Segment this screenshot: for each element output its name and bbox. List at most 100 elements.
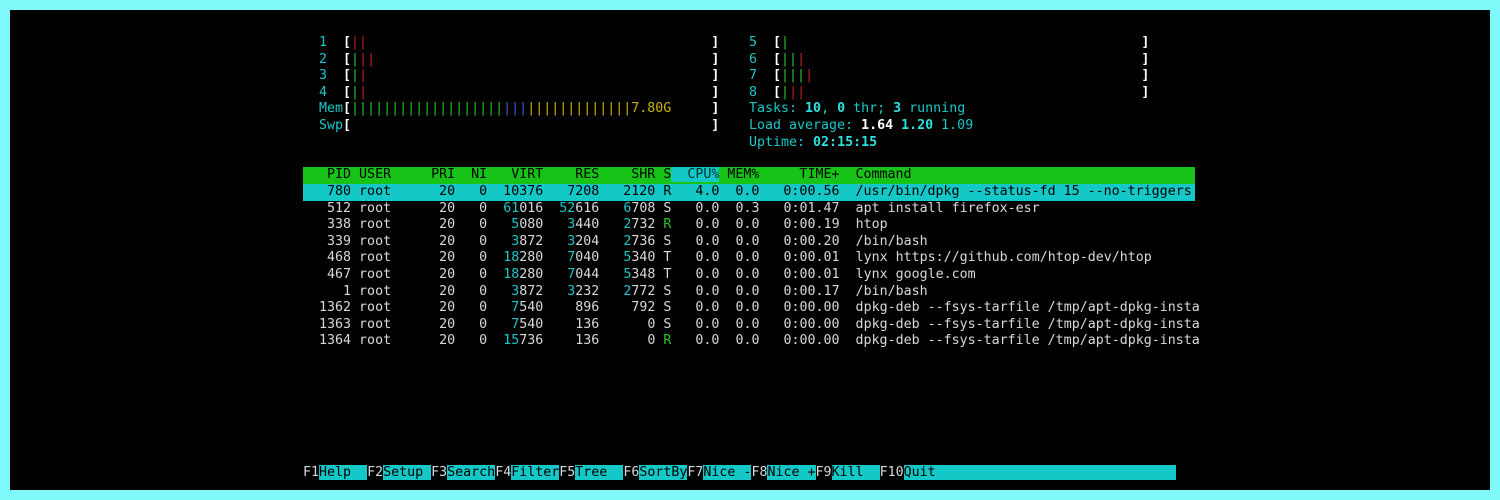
fkey-label: Help [319,465,368,480]
cell-shr: 708 [631,200,656,216]
process-row[interactable]: 1362 root 20 0 7540 896 792 S 0.0 0.0 0:… [303,300,1200,317]
cell-pri: 20 [431,267,456,282]
cell-shr: 732 [631,217,656,233]
meter-bracket-open: [ [343,118,352,133]
cell-pid: 1363 [303,316,352,332]
cell-pid: 339 [303,233,352,249]
cell-cpu: 0.0 [671,250,720,266]
cell-shr: 340 [631,250,656,266]
meter-bracket-close: ] [1141,35,1150,50]
column-header-user[interactable]: USER [351,167,431,182]
meter-bracket-close: ] [711,101,720,117]
fkey-f5[interactable]: F5Tree [559,465,624,480]
cell-cmd: lynx google.com [839,267,976,282]
cell-mem: 0.0 [719,250,760,266]
uptime-label: Uptime: [749,134,814,150]
cell-cmd: /bin/bash [839,233,928,249]
column-header-res[interactable]: RES [543,167,599,182]
cpu-meter-4: 4 [|| ] [319,85,719,102]
process-row[interactable]: 468 root 20 0 18280 7040 5340 T 0.0 0.0 … [303,250,1152,267]
process-row[interactable]: 512 root 20 0 61016 52616 6708 S 0.0 0.3… [303,201,1040,218]
meter-bar-segment: ||| [781,68,806,84]
cell-cmd: /bin/bash [839,283,928,299]
cell-cpu: 4.0 [671,184,720,199]
meter-bracket-close: ] [1141,84,1150,100]
meter-bracket-close: ] [1141,51,1150,67]
cpu-meter-5: 5 [| ] [749,35,1149,52]
cell-cmd: dpkg-deb --fsys-tarfile /tmp/apt-dpkg-in… [839,316,1200,332]
process-row[interactable]: 1363 root 20 0 7540 136 0 S 0.0 0.0 0:00… [303,317,1200,334]
cpu-meter-label: 8 [749,84,758,100]
cell-shr: 792 [631,300,656,316]
fkey-f7[interactable]: F7Nice - [687,465,752,480]
cell-cmd: /usr/bin/dpkg --status-fd 15 --no-trigge… [839,184,1192,199]
cell-user: root [351,184,432,199]
process-row[interactable]: 467 root 20 0 18280 7044 5348 T 0.0 0.0 … [303,267,976,284]
column-header-pri[interactable]: PRI [431,167,455,182]
meter-bracket-close: ] [711,68,720,84]
fkey-label: Nice - [703,465,752,480]
fkey-label: Search [447,465,496,480]
process-row[interactable]: 1 root 20 0 3872 3232 2772 S 0.0 0.0 0:0… [303,284,928,301]
cell-virt: 736 [519,333,544,349]
cell-shr: 348 [631,267,656,282]
process-row[interactable]: 339 root 20 0 3872 3204 2736 S 0.0 0.0 0… [303,234,928,251]
column-header-pid[interactable]: PID [303,167,351,182]
meter-bar-segment: | [805,68,814,84]
column-header-ni[interactable]: NI [455,167,487,182]
fkey-f9[interactable]: F9Kill [816,465,880,480]
meter-bar-segment: | [351,68,360,84]
process-row[interactable]: 338 root 20 0 5080 3440 2732 R 0.0 0.0 0… [303,217,888,234]
memory-used-bars: ||||||||||||||||||| [351,101,504,117]
fkey-label: Tree [575,465,624,480]
cell-time: 0:00.00 [759,316,840,332]
threads-count: 0 [837,101,846,117]
cell-ni: 0 [455,250,488,266]
fkey-label: Nice + [767,465,816,480]
cell-virt: 10376 [487,184,544,199]
cell-ni: 0 [455,217,488,233]
column-header-mem[interactable]: MEM% [719,167,759,182]
cell-mem: 0.0 [719,184,760,199]
meter-bracket-open: [ [343,35,352,50]
column-header-s[interactable]: S [655,167,671,182]
fkey-f10[interactable]: F10Quit [880,465,1176,480]
process-row-selected[interactable]: 780 root 20 0 10376 7208 2120 R 4.0 0.0 … [303,184,1192,201]
cpu-meter-7: 7 [|||| ] [749,68,1149,85]
fkey-label: Quit [903,465,1176,480]
meter-bar-segment: | [351,51,360,67]
cell-mem: 0.0 [719,333,760,349]
process-row[interactable]: 1364 root 20 0 15736 136 0 R 0.0 0.0 0:0… [303,333,1200,350]
fkey-f2[interactable]: F2Setup [367,465,432,480]
fkey-f3[interactable]: F3Search [431,465,496,480]
cell-virt: 280 [519,250,544,266]
fkey-f8[interactable]: F8Nice + [751,465,816,480]
tasks-summary: Tasks: 10, 0 thr; 3 running [749,101,965,118]
column-header-virt[interactable]: VIRT [487,167,543,182]
cell-virt-thousands: 18 [503,250,520,266]
fkey-f1[interactable]: F1Help [303,465,368,480]
cell-user: root [351,250,432,266]
cell-virt-thousands: 61 [503,200,520,216]
column-header-row[interactable]: PID USER PRI NI VIRT RES SHR S CPU% MEM%… [303,167,912,184]
fkey-f4[interactable]: F4Filter [495,465,560,480]
fkey-f6[interactable]: F6SortBy [623,465,688,480]
column-header-cmd[interactable]: Command [839,167,911,182]
cell-res: 232 [575,283,600,299]
column-header-cpu[interactable]: CPU% [671,167,720,182]
column-header-shr[interactable]: SHR [599,167,655,182]
fkey-label: SortBy [639,465,688,480]
column-header-time[interactable]: TIME+ [759,167,839,182]
